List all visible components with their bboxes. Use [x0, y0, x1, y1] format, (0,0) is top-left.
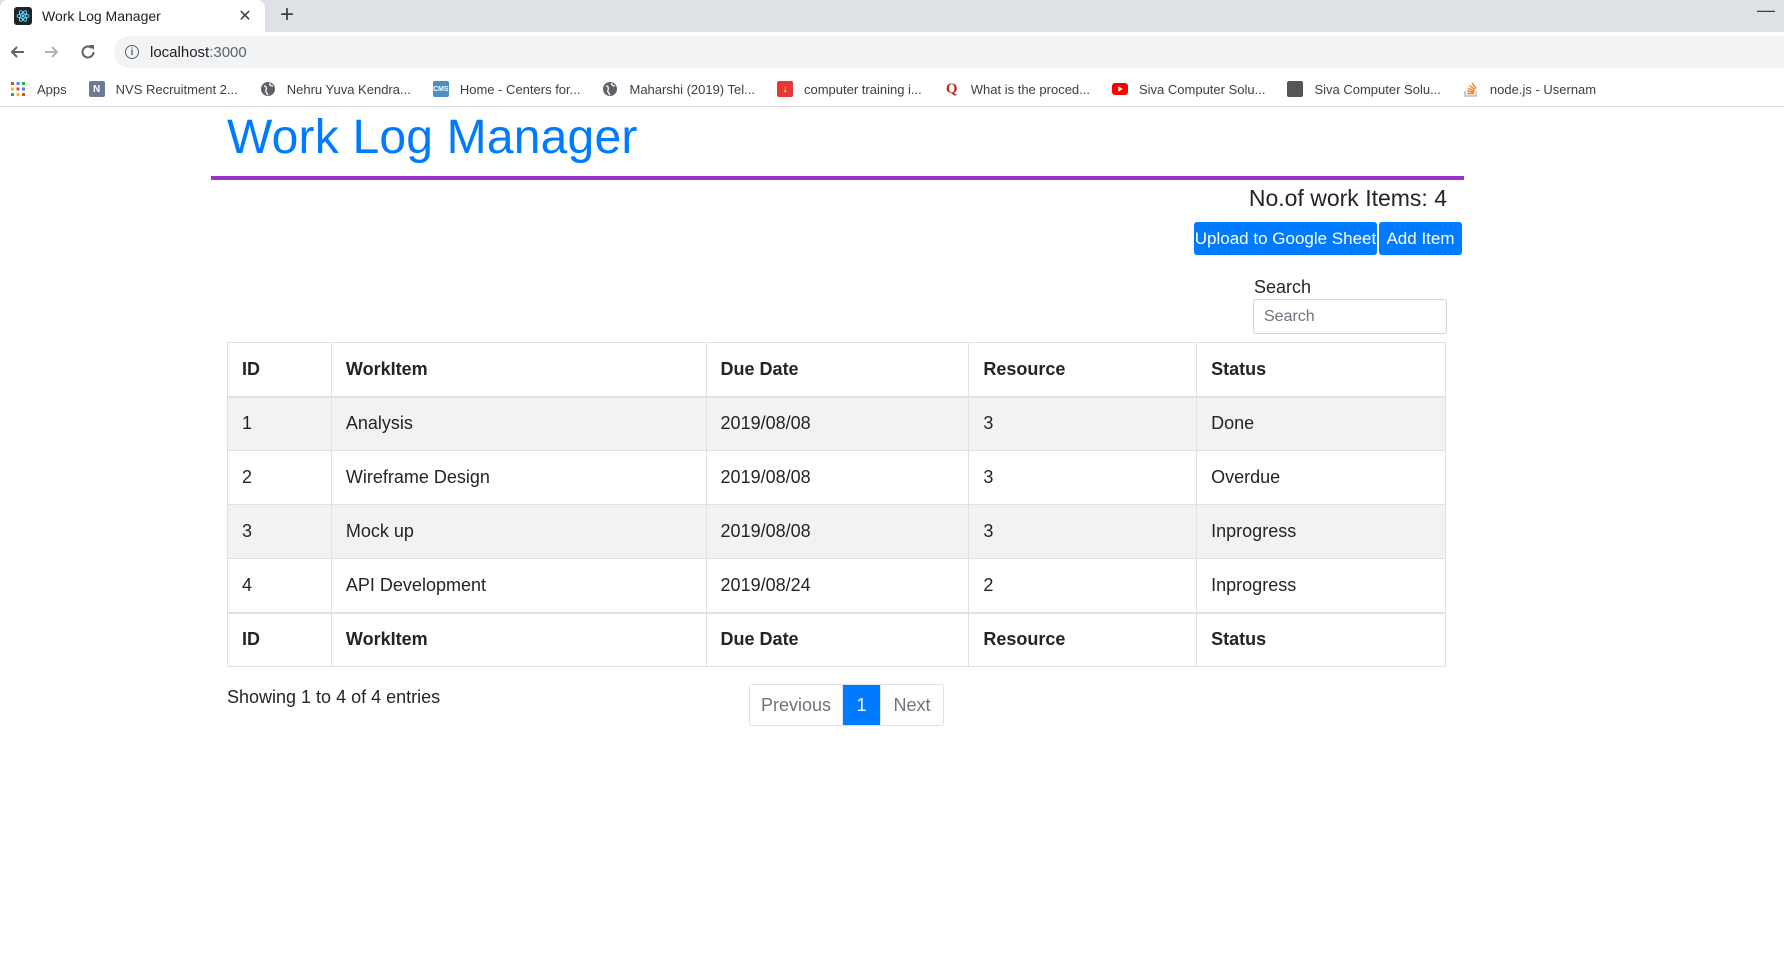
bookmark-item[interactable]: ↓ computer training i... — [776, 81, 922, 97]
column-header-due-date[interactable]: Due Date — [705, 342, 970, 398]
bookmark-label: Siva Computer Solu... — [1139, 81, 1266, 97]
tab-title: Work Log Manager — [42, 8, 161, 24]
table-row[interactable]: 3 Mock up 2019/08/08 3 Inprogress — [227, 504, 1446, 559]
url-host: localhost — [150, 43, 210, 61]
bookmark-label: Maharshi (2019) Tel... — [629, 81, 755, 97]
browser-tabstrip: Work Log Manager ✕ + — — [0, 0, 1784, 32]
cell-workitem: Wireframe Design — [330, 450, 707, 505]
bookmark-label: computer training i... — [803, 81, 922, 97]
bookmark-apps[interactable]: Apps — [10, 81, 67, 97]
column-footer-resource: Resource — [968, 611, 1198, 667]
bookmark-item[interactable]: N NVS Recruitment 2... — [88, 81, 238, 97]
column-footer-workitem: WorkItem — [330, 611, 707, 667]
add-item-button[interactable]: Add Item — [1379, 222, 1462, 255]
column-header-status[interactable]: Status — [1196, 342, 1446, 398]
site-thumbnail-icon — [1287, 81, 1304, 97]
title-divider — [211, 176, 1464, 180]
pagination-page-1[interactable]: 1 — [843, 685, 880, 725]
cell-id: 3 — [227, 504, 332, 559]
column-header-resource[interactable]: Resource — [968, 342, 1198, 398]
url-port: :3000 — [209, 43, 247, 61]
table-row[interactable]: 1 Analysis 2019/08/08 3 Done — [227, 396, 1446, 451]
pagination: Previous 1 Next — [749, 684, 944, 726]
bookmark-item[interactable]: Siva Computer Solu... — [1112, 81, 1265, 97]
cell-workitem: Mock up — [330, 504, 707, 559]
bookmark-item[interactable]: Maharshi (2019) Tel... — [602, 81, 755, 97]
search-label: Search — [1254, 277, 1312, 297]
cell-due-date: 2019/08/08 — [705, 396, 970, 451]
stackoverflow-icon — [1463, 81, 1479, 97]
column-footer-status: Status — [1196, 611, 1446, 667]
quora-icon: Q — [945, 80, 958, 97]
cell-resource: 3 — [968, 504, 1198, 559]
bookmark-label: NVS Recruitment 2... — [115, 81, 238, 97]
cell-resource: 3 — [968, 396, 1198, 451]
bookmark-label: Home - Centers for... — [459, 81, 581, 97]
table-footer-row: ID WorkItem Due Date Resource Status — [227, 611, 1446, 667]
window-minimize-icon[interactable]: — — [1757, 0, 1775, 21]
cell-workitem: API Development — [330, 558, 707, 613]
work-items-table: ID WorkItem Due Date Resource Status 1 A… — [227, 342, 1446, 667]
youtube-icon — [1112, 81, 1128, 97]
cell-resource: 3 — [968, 450, 1198, 505]
column-header-id[interactable]: ID — [227, 342, 332, 398]
entries-info: Showing 1 to 4 of 4 entries — [227, 687, 441, 707]
column-footer-id: ID — [227, 611, 332, 667]
table-header-row: ID WorkItem Due Date Resource Status — [227, 342, 1446, 398]
forward-arrow-icon[interactable] — [41, 39, 63, 65]
cell-id: 2 — [227, 450, 332, 505]
cell-status: Inprogress — [1196, 504, 1446, 559]
browser-tab[interactable]: Work Log Manager ✕ — [0, 0, 265, 32]
cell-workitem: Analysis — [330, 396, 707, 451]
cms-site-icon: CMS — [432, 81, 449, 97]
nvs-site-icon: N — [88, 81, 105, 97]
bookmark-label: node.js - Usernam — [1489, 81, 1597, 97]
bookmark-item[interactable]: node.js - Usernam — [1463, 81, 1596, 97]
bookmark-item[interactable]: Nehru Yuva Kendra... — [260, 81, 411, 97]
bookmark-label: Nehru Yuva Kendra... — [286, 81, 411, 97]
search-input[interactable] — [1253, 299, 1447, 334]
react-logo-icon — [14, 7, 32, 25]
globe-icon — [602, 81, 618, 97]
pagination-previous-button[interactable]: Previous — [750, 685, 843, 725]
bookmark-red-icon: ↓ — [776, 81, 793, 97]
upload-google-sheet-button[interactable]: Upload to Google Sheet — [1194, 222, 1377, 255]
bookmark-item[interactable]: Siva Computer Solu... — [1287, 81, 1441, 97]
column-header-workitem[interactable]: WorkItem — [330, 342, 707, 398]
bookmark-label: What is the proced... — [970, 81, 1090, 97]
page-title: Work Log Manager — [227, 111, 638, 164]
bookmark-item[interactable]: CMS Home - Centers for... — [432, 81, 581, 97]
work-items-count: No.of work Items: 4 — [1248, 185, 1447, 211]
back-arrow-icon[interactable] — [6, 39, 28, 65]
globe-icon — [260, 81, 276, 97]
bookmark-label: Siva Computer Solu... — [1314, 81, 1441, 97]
site-info-icon[interactable]: i — [125, 45, 139, 59]
cell-status: Done — [1196, 396, 1446, 451]
browser-toolbar: i localhost:3000 — [0, 32, 1784, 72]
table-row[interactable]: 2 Wireframe Design 2019/08/08 3 Overdue — [227, 450, 1446, 505]
tab-close-icon[interactable]: ✕ — [237, 6, 253, 26]
address-bar[interactable]: i localhost:3000 — [114, 36, 1784, 68]
cell-status: Inprogress — [1196, 558, 1446, 613]
pagination-next-button[interactable]: Next — [880, 685, 943, 725]
reload-icon[interactable] — [77, 39, 99, 65]
bookmark-label: Apps — [37, 81, 67, 97]
apps-grid-icon — [10, 81, 26, 97]
cell-id: 4 — [227, 558, 332, 613]
table-row[interactable]: 4 API Development 2019/08/24 2 Inprogres… — [227, 558, 1446, 613]
cell-due-date: 2019/08/08 — [705, 450, 970, 505]
bookmark-item[interactable]: Q What is the proced... — [944, 81, 1090, 97]
bookmarks-bar: Apps N NVS Recruitment 2... Nehru Yuva K… — [0, 72, 1784, 107]
column-footer-due-date: Due Date — [705, 611, 970, 667]
cell-id: 1 — [227, 396, 332, 451]
cell-due-date: 2019/08/24 — [705, 558, 970, 613]
cell-due-date: 2019/08/08 — [705, 504, 970, 559]
cell-status: Overdue — [1196, 450, 1446, 505]
cell-resource: 2 — [968, 558, 1198, 613]
new-tab-plus-icon[interactable]: + — [280, 3, 294, 27]
